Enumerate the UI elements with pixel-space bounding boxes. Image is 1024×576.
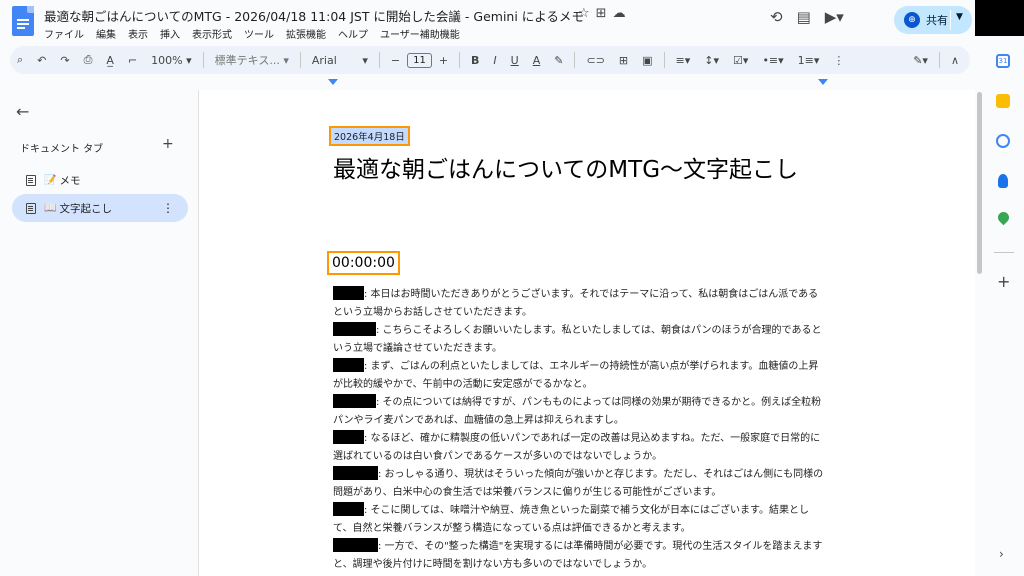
redacted-speaker bbox=[333, 394, 376, 408]
spellcheck-icon[interactable]: A̲ bbox=[99, 54, 121, 67]
underline-icon[interactable]: U bbox=[504, 54, 526, 67]
formatting-toolbar: ⌕ ↶ ↷ ⎙ A̲ ⌐ 100% ▾ 標準テキス... ▾ Arial ▾ −… bbox=[10, 46, 970, 74]
share-label: 共有 bbox=[926, 14, 948, 27]
tab-label: メモ bbox=[59, 174, 81, 187]
add-comment-icon[interactable]: ⊞ bbox=[612, 54, 635, 67]
redacted-speaker bbox=[333, 538, 378, 552]
transcript-paragraph: : 本日はお時間いただきありがとうございます。それではテーマに沿って、私は朝食は… bbox=[333, 286, 825, 322]
decrease-font-size-icon[interactable]: − bbox=[384, 54, 407, 67]
document-icon bbox=[26, 202, 36, 214]
link-icon[interactable]: ⊂⊃ bbox=[579, 54, 611, 67]
hide-menus-icon[interactable]: ∧ bbox=[944, 54, 966, 67]
keep-icon[interactable] bbox=[996, 94, 1010, 108]
font-size-input[interactable]: 11 bbox=[407, 52, 432, 68]
redacted-speaker bbox=[333, 466, 378, 480]
style-select[interactable]: 標準テキス... ▾ bbox=[208, 52, 296, 68]
tab-emoji: 📝 bbox=[44, 174, 57, 186]
checklist-icon[interactable]: ☑▾ bbox=[726, 54, 755, 67]
document-heading: 最適な朝ごはんについてのMTG〜文字起こし bbox=[333, 157, 799, 183]
tasks-icon[interactable] bbox=[996, 134, 1010, 148]
bold-icon[interactable]: B bbox=[464, 54, 486, 67]
menu-edit[interactable]: 編集 bbox=[96, 26, 116, 41]
calendar-icon[interactable]: 31 bbox=[996, 54, 1010, 68]
menu-bar: ファイル 編集 表示 挿入 表示形式 ツール 拡張機能 ヘルプ ユーザー補助機能 bbox=[44, 26, 460, 41]
zoom-select[interactable]: 100% ▾ bbox=[144, 54, 198, 67]
bulleted-list-icon[interactable]: •≡▾ bbox=[755, 54, 790, 67]
redacted-speaker bbox=[333, 430, 364, 444]
add-tab-icon[interactable]: + bbox=[162, 136, 174, 152]
document-date: 2026年4月18日 bbox=[329, 126, 410, 146]
app-header: 最適な朝ごはんについてのMTG - 2026/04/18 11:04 JST に… bbox=[0, 0, 975, 44]
globe-icon: ⊕ bbox=[904, 12, 920, 28]
expand-panel-icon[interactable]: › bbox=[999, 547, 1004, 561]
search-menus-icon[interactable]: ⌕ bbox=[10, 53, 30, 67]
tab-memo[interactable]: 📝 メモ bbox=[12, 166, 188, 194]
add-app-icon[interactable]: + bbox=[997, 272, 1010, 291]
docs-logo-icon[interactable] bbox=[12, 6, 34, 36]
menu-format[interactable]: 表示形式 bbox=[192, 26, 232, 41]
menu-help[interactable]: ヘルプ bbox=[338, 26, 368, 41]
redacted-speaker bbox=[333, 358, 364, 372]
font-select[interactable]: Arial ▾ bbox=[305, 54, 375, 67]
meet-icon[interactable]: ▶▾ bbox=[825, 8, 844, 26]
tab-transcript[interactable]: 📖 文字起こし ⋮ bbox=[12, 194, 188, 222]
transcript-body: : 本日はお時間いただきありがとうございます。それではテーマに沿って、私は朝食は… bbox=[333, 286, 825, 574]
contacts-icon[interactable] bbox=[998, 174, 1008, 188]
document-tabs-sidebar: ← ドキュメント タブ + 📝 メモ 📖 文字起こし ⋮ bbox=[0, 90, 198, 576]
star-icon[interactable]: ☆ bbox=[578, 6, 590, 21]
menu-accessibility[interactable]: ユーザー補助機能 bbox=[380, 26, 460, 41]
transcript-paragraph: : そこに関しては、味噌汁や納豆、焼き魚といった副菜で補う文化が日本にはございま… bbox=[333, 502, 825, 538]
tab-label: 文字起こし bbox=[59, 202, 112, 215]
menu-insert[interactable]: 挿入 bbox=[160, 26, 180, 41]
share-dropdown-icon[interactable]: ▼ bbox=[956, 12, 963, 22]
document-title[interactable]: 最適な朝ごはんについてのMTG - 2026/04/18 11:04 JST に… bbox=[44, 6, 584, 25]
align-icon[interactable]: ≡▾ bbox=[669, 54, 698, 67]
back-arrow-icon[interactable]: ← bbox=[16, 102, 29, 121]
menu-file[interactable]: ファイル bbox=[44, 26, 84, 41]
redo-icon[interactable]: ↷ bbox=[53, 54, 76, 67]
undo-icon[interactable]: ↶ bbox=[30, 54, 53, 67]
transcript-paragraph: : なるほど、確かに精製度の低いパンであれば一定の改善は見込めますね。ただ、一般… bbox=[333, 430, 825, 466]
paint-format-icon[interactable]: ⌐ bbox=[121, 54, 144, 67]
transcript-paragraph: : こちらこそよろしくお願いいたします。私といたしましては、朝食はパンのほうが合… bbox=[333, 322, 825, 358]
highlight-icon[interactable]: ✎ bbox=[547, 54, 570, 67]
transcript-paragraph: : その点については納得ですが、パンもものによっては同様の効果が期待できるかと。… bbox=[333, 394, 825, 430]
transcript-paragraph: : 一方で、その"整った構造"を実現するには準備時間が必要です。現代の生活スタイ… bbox=[333, 538, 825, 574]
increase-font-size-icon[interactable]: + bbox=[432, 54, 455, 67]
transcript-timestamp: 00:00:00 bbox=[327, 251, 400, 275]
print-icon[interactable]: ⎙ bbox=[77, 53, 100, 67]
right-indent-marker[interactable] bbox=[818, 79, 828, 85]
document-tabs-label: ドキュメント タブ bbox=[20, 144, 104, 155]
redacted-speaker bbox=[333, 286, 364, 300]
line-spacing-icon[interactable]: ↕▾ bbox=[697, 54, 726, 67]
menu-extensions[interactable]: 拡張機能 bbox=[286, 26, 326, 41]
comments-icon[interactable]: ▤ bbox=[797, 8, 811, 26]
move-folder-icon[interactable]: ⊞ bbox=[596, 6, 607, 21]
menu-tools[interactable]: ツール bbox=[244, 26, 274, 41]
cloud-status-icon[interactable]: ☁ bbox=[613, 6, 626, 21]
editing-mode-icon[interactable]: ✎▾ bbox=[906, 54, 935, 67]
transcript-paragraph: : まず、ごはんの利点といたしましては、エネルギーの持続性が高い点が挙げられます… bbox=[333, 358, 825, 394]
more-options-icon[interactable]: ⋮ bbox=[826, 54, 851, 67]
side-apps-panel bbox=[984, 36, 1024, 576]
insert-image-icon[interactable]: ▣ bbox=[635, 54, 659, 67]
scrollbar-thumb[interactable] bbox=[977, 92, 982, 274]
menu-view[interactable]: 表示 bbox=[128, 26, 148, 41]
redacted-speaker bbox=[333, 502, 364, 516]
transcript-paragraph: : おっしゃる通り、現状はそういった傾向が強いかと存じます。ただし、それはごはん… bbox=[333, 466, 825, 502]
masked-area bbox=[975, 0, 1024, 36]
numbered-list-icon[interactable]: 1≡▾ bbox=[791, 54, 827, 67]
text-color-icon[interactable]: A bbox=[526, 54, 548, 67]
history-icon[interactable]: ⟲ bbox=[770, 8, 783, 26]
share-button[interactable]: ⊕ 共有 ▼ bbox=[894, 6, 972, 34]
tab-emoji: 📖 bbox=[44, 202, 57, 214]
document-icon bbox=[26, 174, 36, 186]
left-indent-marker[interactable] bbox=[328, 79, 338, 85]
tab-more-icon[interactable]: ⋮ bbox=[162, 201, 174, 215]
italic-icon[interactable]: I bbox=[486, 54, 503, 67]
redacted-speaker bbox=[333, 322, 376, 336]
